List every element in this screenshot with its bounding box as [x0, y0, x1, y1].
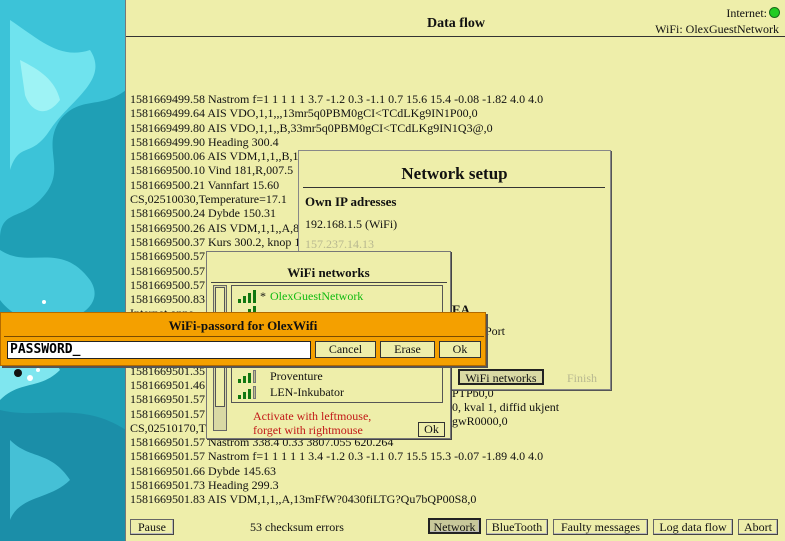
abort-button[interactable]: Abort: [738, 519, 778, 535]
log-fragment: gwR0000,0: [452, 414, 508, 428]
cancel-button[interactable]: Cancel: [315, 341, 376, 358]
dialog-title: Network setup: [401, 164, 508, 183]
title-divider: [4, 336, 484, 337]
internet-status-indicator-icon: [769, 7, 780, 18]
title-divider: [303, 187, 605, 188]
erase-button[interactable]: Erase: [380, 341, 435, 358]
log-line: 1581669501.83 AIS VDM,1,1,,A,13mFfW?0430…: [130, 492, 477, 507]
log-line: 1581669499.90 Heading 300.4: [130, 134, 279, 149]
network-name: OlexGuestNetwork: [270, 289, 364, 303]
ip-address-wifi: 192.168.1.5 (WiFi): [305, 217, 398, 231]
ip-address-secondary: 157.237.14.13: [305, 237, 374, 251]
usage-hint-line: Activate with leftmouse,: [253, 409, 372, 423]
log-line: 1581669499.58 Nastrom f=1 1 1 1 1 3.7 -1…: [130, 92, 544, 106]
faulty-messages-button[interactable]: Faulty messages: [553, 519, 648, 535]
network-name: Proventure: [270, 369, 323, 383]
network-name: LEN-Inkubator: [270, 385, 344, 399]
ok-button[interactable]: Ok: [439, 341, 481, 358]
log-line: 1581669501.57 Nastrom f=1 1 1 1 1 3.4 -1…: [130, 449, 544, 464]
log-line: 1581669499.64 AIS VDO,1,1,,,13mr5q0PBM0g…: [130, 106, 478, 121]
dialog-title: WiFi networks: [287, 265, 370, 280]
signal-strength-icon: [238, 386, 258, 399]
password-input[interactable]: PASSWORD_: [7, 341, 311, 359]
chart-map-background: [0, 0, 126, 541]
wifi-networks-button[interactable]: WiFi networks: [458, 369, 544, 385]
log-fragment: 0, kval 1, diffid ukjent: [452, 400, 560, 414]
bottom-toolbar: Pause 53 checksum errors Network BlueToo…: [126, 518, 785, 538]
finish-button[interactable]: Finish: [567, 371, 597, 386]
ok-button[interactable]: Ok: [418, 422, 445, 437]
dialog-title: WiFi-passord for OlexWifi: [168, 318, 318, 333]
log-line: 1581669501.66 Dybde 145.63: [130, 463, 276, 478]
wifi-password-dialog: WiFi-passord for OlexWifi PASSWORD_ Canc…: [0, 312, 486, 366]
own-ip-heading: Own IP adresses: [305, 194, 397, 209]
network-button[interactable]: Network: [428, 518, 481, 534]
network-list-item[interactable]: LEN-Inkubator: [236, 384, 442, 400]
log-line: 1581669499.80 AIS VDO,1,1,,B,33mr5q0PBM0…: [130, 120, 493, 135]
port-label: Port: [485, 324, 506, 338]
wifi-status-label: WiFi: OlexGuestNetwork: [655, 22, 779, 36]
title-divider: [211, 282, 447, 283]
checksum-status: 53 checksum errors: [250, 520, 344, 534]
log-line: 1581669501.73 Heading 299.3: [130, 478, 279, 493]
bluetooth-button[interactable]: BlueTooth: [486, 519, 548, 535]
pause-button[interactable]: Pause: [130, 519, 174, 535]
usage-hint-line: forget with rightmouse: [253, 423, 363, 437]
network-list-item[interactable]: * OlexGuestNetwork: [236, 288, 442, 304]
active-network-marker: *: [260, 289, 266, 303]
signal-strength-icon: [238, 370, 258, 383]
log-data-flow-button[interactable]: Log data flow: [653, 519, 733, 535]
signal-strength-icon: [238, 290, 258, 303]
network-list-item[interactable]: Proventure: [236, 368, 442, 384]
usage-hint: Activate with leftmouse, forget with rig…: [253, 409, 371, 437]
internet-status-label: Internet:: [726, 6, 767, 20]
